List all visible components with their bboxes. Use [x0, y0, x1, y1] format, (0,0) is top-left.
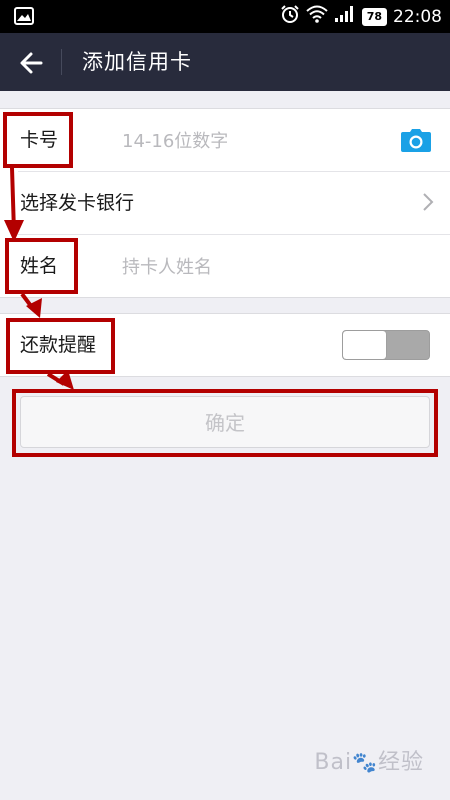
wifi-icon	[306, 5, 328, 28]
toggle-knob	[343, 331, 386, 359]
clock: 22:08	[393, 6, 442, 27]
camera-icon[interactable]	[400, 127, 432, 157]
paw-icon: 🐾	[352, 750, 378, 774]
alarm-icon	[280, 4, 300, 29]
chevron-right-icon	[422, 192, 434, 216]
annotation-box-card-number	[3, 112, 73, 168]
status-bar: 78 22:08	[0, 0, 450, 33]
watermark-brand-right: 经验	[377, 750, 424, 775]
bank-select-label: 选择发卡银行	[20, 192, 135, 214]
signal-icon	[334, 5, 356, 28]
app-header: 添加信用卡	[0, 33, 450, 91]
back-arrow-icon[interactable]	[16, 48, 46, 78]
annotation-box-confirm	[12, 389, 438, 457]
page-title: 添加信用卡	[82, 50, 192, 74]
annotation-box-name	[5, 238, 78, 294]
card-number-input[interactable]	[120, 123, 374, 159]
status-icons: 78 22:08	[280, 0, 442, 33]
watermark-brand-left: Bai	[314, 750, 353, 775]
gallery-notification-icon	[14, 7, 34, 29]
watermark: Bai🐾经验	[314, 744, 424, 776]
reminder-toggle[interactable]	[342, 330, 430, 360]
annotation-box-reminder	[6, 318, 115, 374]
header-divider	[61, 49, 62, 75]
bank-select-row[interactable]: 选择发卡银行	[18, 171, 450, 234]
cardholder-name-row: 姓名	[18, 234, 450, 297]
battery-level: 78	[361, 7, 387, 26]
cardholder-name-input[interactable]	[120, 249, 374, 285]
